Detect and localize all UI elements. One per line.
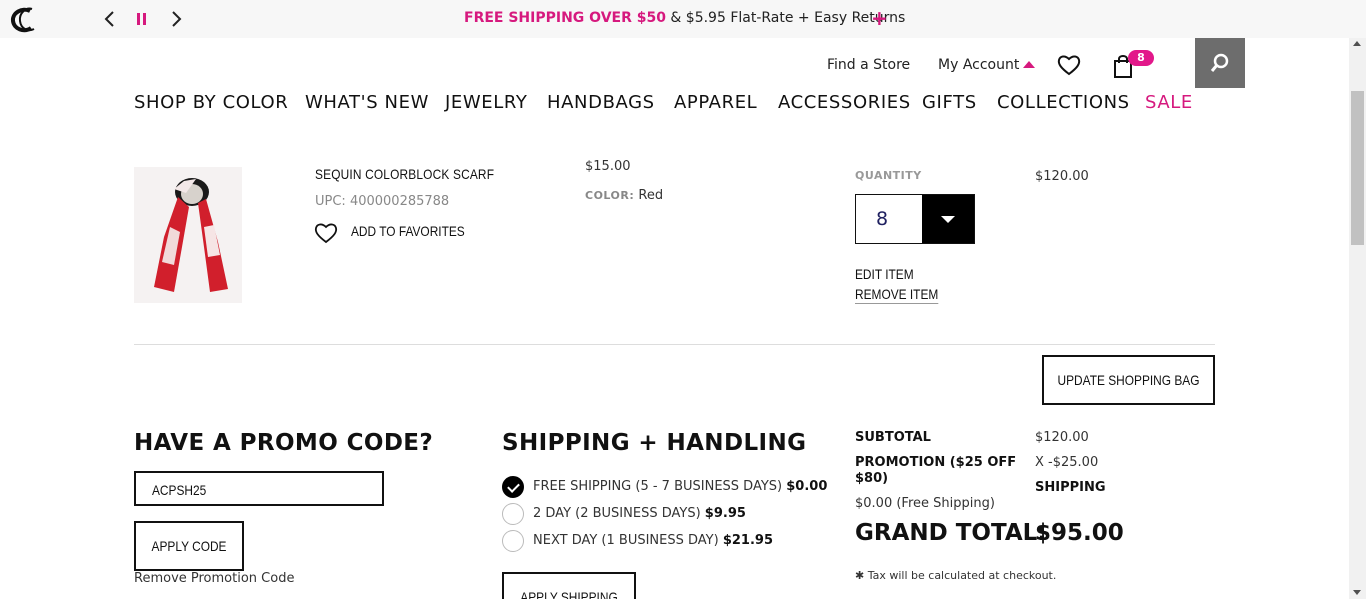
item-price: $15.00 bbox=[585, 159, 631, 174]
tax-note-text: Tax will be calculated at checkout. bbox=[867, 569, 1057, 582]
nav-gifts[interactable]: GIFTS bbox=[922, 92, 977, 113]
shipping-option-label: FREE SHIPPING (5 - 7 BUSINESS DAYS) $0.0… bbox=[533, 479, 828, 494]
color-label: COLOR: bbox=[585, 189, 635, 202]
remove-promotion-link[interactable]: Remove Promotion Code bbox=[134, 571, 294, 586]
heart-icon[interactable] bbox=[1057, 54, 1081, 76]
quantity-dropdown-button[interactable] bbox=[922, 195, 974, 243]
apply-code-button[interactable]: APPLY CODE bbox=[134, 521, 244, 571]
promo-rest: & $5.95 Flat-Rate + Easy Returns bbox=[665, 10, 906, 26]
quantity-value: 8 bbox=[876, 208, 889, 230]
shipping-heading: SHIPPING + HANDLING bbox=[502, 430, 807, 456]
grand-total-label: GRAND TOTAL: bbox=[855, 520, 1047, 546]
nav-handbags[interactable]: HANDBAGS bbox=[547, 92, 655, 113]
subtotal-label: SUBTOTAL bbox=[855, 430, 931, 445]
nav-sale[interactable]: SALE bbox=[1145, 92, 1193, 113]
shipping-value: $0.00 (Free Shipping) bbox=[855, 496, 995, 511]
promo-highlight: FREE SHIPPING OVER $50 bbox=[464, 10, 666, 26]
heart-icon[interactable] bbox=[314, 222, 338, 244]
plus-icon[interactable]: + bbox=[871, 6, 888, 30]
asterisk-icon: ✱ bbox=[855, 569, 865, 582]
shipping-option-label: 2 DAY (2 BUSINESS DAYS) $9.95 bbox=[533, 506, 746, 521]
radio-checked-icon[interactable] bbox=[502, 476, 524, 498]
apply-code-label: APPLY CODE bbox=[151, 538, 227, 554]
subtotal-value: $120.00 bbox=[1035, 430, 1089, 445]
search-button[interactable] bbox=[1195, 38, 1245, 88]
find-store-link[interactable]: Find a Store bbox=[827, 57, 910, 73]
promotion-value[interactable]: X -$25.00 bbox=[1035, 455, 1098, 470]
nav-whats-new[interactable]: WHAT'S NEW bbox=[305, 92, 429, 113]
my-account-label: My Account bbox=[938, 57, 1020, 73]
grand-total-value: $95.00 bbox=[1035, 520, 1124, 546]
nav-shop-by-color[interactable]: SHOP BY COLOR bbox=[134, 92, 288, 113]
shipping-option-label: NEXT DAY (1 BUSINESS DAY) $21.95 bbox=[533, 533, 773, 548]
chevron-left-icon[interactable] bbox=[100, 8, 120, 30]
edit-item-link[interactable]: EDIT ITEM bbox=[855, 266, 914, 282]
apply-shipping-label: APPLY SHIPPING bbox=[520, 589, 618, 599]
nav-jewelry[interactable]: JEWELRY bbox=[445, 92, 527, 113]
promo-bar: FREE SHIPPING OVER $50 & $5.95 Flat-Rate… bbox=[0, 0, 1366, 38]
scroll-thumb[interactable] bbox=[1351, 91, 1364, 245]
scarf-image bbox=[154, 178, 228, 292]
radio-icon[interactable] bbox=[502, 530, 524, 552]
chevron-right-icon[interactable] bbox=[166, 8, 186, 30]
promo-code-input[interactable]: ACPSH25 bbox=[134, 471, 384, 506]
brand-logo[interactable] bbox=[8, 5, 38, 35]
nav-accessories[interactable]: ACCESSORIES bbox=[778, 92, 911, 113]
nav-apparel[interactable]: APPAREL bbox=[674, 92, 757, 113]
divider bbox=[134, 344, 1215, 345]
my-account-link[interactable]: My Account bbox=[938, 57, 1036, 73]
quantity-select[interactable]: 8 bbox=[855, 194, 975, 244]
bag-count-badge: 8 bbox=[1128, 50, 1154, 66]
radio-icon[interactable] bbox=[502, 503, 524, 525]
promo-code-value: ACPSH25 bbox=[152, 482, 207, 498]
product-image[interactable] bbox=[134, 167, 242, 303]
chevron-down-icon bbox=[941, 216, 955, 223]
pause-icon[interactable] bbox=[132, 8, 152, 30]
shipping-label: SHIPPING bbox=[1035, 480, 1106, 495]
scrollbar[interactable] bbox=[1349, 38, 1366, 599]
tax-note: ✱ Tax will be calculated at checkout. bbox=[855, 569, 1056, 582]
item-name[interactable]: SEQUIN COLORBLOCK SCARF bbox=[315, 166, 494, 182]
search-icon bbox=[1210, 53, 1229, 72]
color-value: Red bbox=[634, 188, 664, 203]
apply-shipping-button[interactable]: APPLY SHIPPING bbox=[502, 572, 636, 599]
item-color: COLOR: Red bbox=[585, 188, 663, 203]
caret-up-icon bbox=[1023, 61, 1036, 68]
update-shopping-bag-label: UPDATE SHOPPING BAG bbox=[1057, 372, 1200, 388]
promo-message[interactable]: FREE SHIPPING OVER $50 & $5.95 Flat-Rate… bbox=[464, 10, 905, 26]
add-to-favorites-link[interactable]: ADD TO FAVORITES bbox=[351, 223, 465, 239]
item-upc: UPC: 400000285788 bbox=[315, 194, 450, 209]
promotion-label: PROMOTION ($25 OFF $80) bbox=[855, 455, 1017, 486]
quantity-label: QUANTITY bbox=[855, 169, 922, 182]
update-shopping-bag-button[interactable]: UPDATE SHOPPING BAG bbox=[1042, 355, 1215, 405]
nav-collections[interactable]: COLLECTIONS bbox=[997, 92, 1130, 113]
scroll-up-icon[interactable] bbox=[1353, 41, 1361, 46]
scroll-down-icon[interactable] bbox=[1353, 590, 1361, 595]
promo-code-heading: HAVE A PROMO CODE? bbox=[134, 430, 434, 456]
remove-item-link[interactable]: REMOVE ITEM bbox=[855, 286, 939, 304]
item-total: $120.00 bbox=[1035, 169, 1089, 184]
